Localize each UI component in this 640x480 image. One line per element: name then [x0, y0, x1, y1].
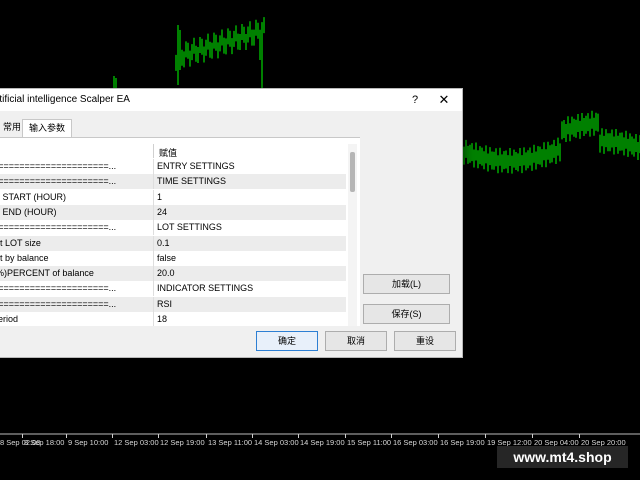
time-tick: [485, 434, 486, 438]
param-value[interactable]: 1: [157, 190, 162, 205]
ok-button[interactable]: 确定: [256, 331, 318, 351]
reset-button[interactable]: 重设: [394, 331, 456, 351]
param-value[interactable]: 18: [157, 312, 167, 326]
cell-divider: [153, 250, 154, 266]
table-row[interactable]: ult LOT size 0.1: [0, 235, 346, 251]
param-name: ======================...: [0, 161, 117, 171]
time-label: 15 Sep 11:00: [347, 438, 392, 447]
param-value[interactable]: TIME SETTINGS: [157, 174, 226, 189]
time-tick: [298, 434, 299, 438]
cell-divider: [153, 220, 154, 236]
table-row[interactable]: ======================... ENTRY SETTINGS: [0, 159, 346, 174]
param-value[interactable]: 24: [157, 205, 167, 220]
table-header: 赋值: [0, 144, 346, 158]
column-divider: [153, 144, 154, 158]
param-name: le START (HOUR): [0, 191, 67, 202]
param-name: ======================...: [0, 283, 117, 294]
table-row[interactable]: lot by balance false: [0, 250, 346, 266]
time-tick: [66, 434, 67, 438]
time-tick: [345, 434, 346, 438]
ea-properties-dialog: rtificial intelligence Scalper EA ? ✕ 常用…: [0, 88, 463, 358]
save-button[interactable]: 保存(S): [363, 304, 450, 324]
time-label: 14 Sep 19:00: [300, 438, 345, 447]
table-row[interactable]: ======================... TIME SETTINGS: [0, 174, 346, 190]
param-name: period: [0, 314, 19, 324]
time-tick: [532, 434, 533, 438]
load-button[interactable]: 加载(L): [363, 274, 450, 294]
cell-divider: [153, 312, 154, 326]
param-name: ======================...: [0, 298, 117, 309]
table-row[interactable]: ======================... INDICATOR SETTI…: [0, 281, 346, 297]
param-value[interactable]: LOT SETTINGS: [157, 220, 222, 235]
param-name: ======================...: [0, 176, 117, 187]
time-label: 8 Sep 18:00: [24, 438, 65, 447]
inputs-panel: 赋值 ======================... ENTRY SETTIN…: [0, 137, 360, 326]
tab-inputs[interactable]: 输入参数: [22, 119, 73, 138]
time-label: 16 Sep 03:00: [393, 438, 438, 447]
param-value[interactable]: RSI: [157, 297, 172, 312]
help-button[interactable]: ?: [407, 91, 423, 109]
time-tick: [206, 434, 207, 438]
time-tick: [438, 434, 439, 438]
cancel-button[interactable]: 取消: [325, 331, 387, 351]
time-tick: [112, 434, 113, 438]
table-row[interactable]: le END (HOUR) 24: [0, 204, 346, 220]
param-value[interactable]: 0.1: [157, 236, 170, 251]
param-name: (%)PERCENT of balance: [0, 268, 94, 279]
param-name: lot by balance: [0, 252, 49, 263]
time-tick: [252, 434, 253, 438]
table-row[interactable]: le START (HOUR) 1: [0, 189, 346, 205]
param-name: ======================...: [0, 222, 117, 233]
vertical-scrollbar[interactable]: [348, 144, 357, 326]
time-label: 9 Sep 10:00: [68, 438, 109, 447]
parameters-table: 赋值 ======================... ENTRY SETTIN…: [0, 144, 346, 326]
table-row[interactable]: ======================... RSI: [0, 296, 346, 312]
cell-divider: [153, 204, 154, 220]
param-name: le END (HOUR): [0, 206, 57, 217]
param-name: ult LOT size: [0, 237, 41, 248]
param-value[interactable]: ENTRY SETTINGS: [157, 159, 235, 174]
cell-divider: [153, 159, 154, 174]
time-tick: [579, 434, 580, 438]
cell-divider: [153, 189, 154, 205]
table-row[interactable]: ======================... LOT SETTINGS: [0, 220, 346, 236]
cell-divider: [153, 266, 154, 282]
param-value[interactable]: INDICATOR SETTINGS: [157, 281, 253, 296]
cell-divider: [153, 296, 154, 312]
time-label: 13 Sep 11:00: [208, 438, 253, 447]
table-row[interactable]: (%)PERCENT of balance 20.0: [0, 266, 346, 282]
param-value[interactable]: false: [157, 251, 176, 266]
value-column-header: 赋值: [159, 148, 178, 158]
watermark: www.mt4.shop: [497, 446, 628, 468]
scrollbar-thumb[interactable]: [350, 152, 355, 192]
table-row[interactable]: period 18: [0, 312, 346, 326]
time-tick: [158, 434, 159, 438]
cell-divider: [153, 174, 154, 190]
dialog-titlebar[interactable]: rtificial intelligence Scalper EA ? ✕: [0, 89, 462, 111]
param-value[interactable]: 20.0: [157, 266, 175, 281]
time-tick: [22, 434, 23, 438]
cell-divider: [153, 281, 154, 297]
time-label: 12 Sep 19:00: [160, 438, 205, 447]
time-label: 16 Sep 19:00: [440, 438, 485, 447]
time-label: 14 Sep 03:00: [254, 438, 299, 447]
close-button[interactable]: ✕: [436, 91, 452, 109]
dialog-title: rtificial intelligence Scalper EA: [0, 94, 130, 105]
cell-divider: [153, 235, 154, 251]
time-tick: [391, 434, 392, 438]
time-label: 12 Sep 03:00: [114, 438, 159, 447]
